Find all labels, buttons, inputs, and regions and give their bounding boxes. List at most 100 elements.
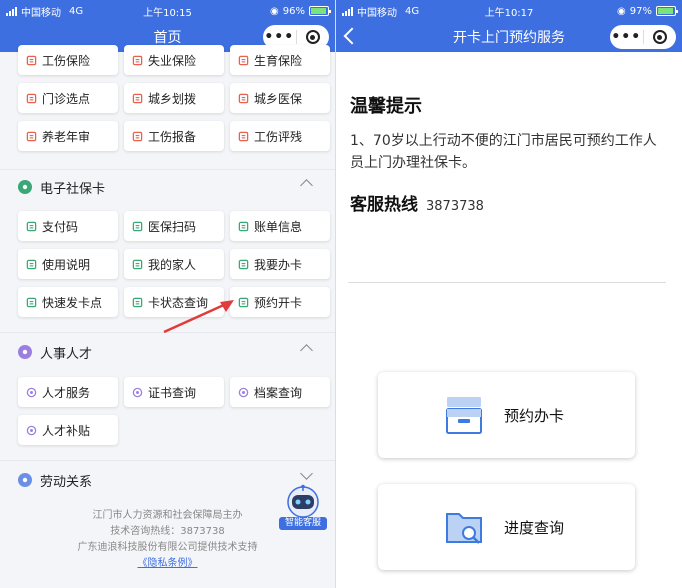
service-icon bbox=[132, 387, 143, 397]
injury-icon bbox=[26, 55, 37, 65]
talent-item[interactable]: 人才补贴 bbox=[18, 415, 118, 445]
file-box-icon bbox=[446, 397, 482, 434]
social-card-item[interactable]: 使用说明 bbox=[18, 249, 118, 279]
service-icon bbox=[238, 297, 249, 307]
report-icon bbox=[132, 131, 143, 141]
item-label: 养老年审 bbox=[42, 129, 91, 144]
social-card-row: 支付码 医保扫码 账单信息 bbox=[18, 211, 330, 241]
chevron-up-icon[interactable] bbox=[300, 179, 313, 192]
item-label: 证书查询 bbox=[148, 385, 197, 400]
service-icon bbox=[132, 297, 143, 307]
insurance-item[interactable]: 工伤报备 bbox=[124, 121, 224, 151]
insurance-item[interactable]: 工伤评残 bbox=[230, 121, 330, 151]
service-icon bbox=[238, 259, 249, 269]
section-social-card[interactable]: 电子社保卡 bbox=[0, 169, 335, 205]
service-icon bbox=[26, 259, 37, 269]
section-divider bbox=[0, 460, 335, 461]
service-icon bbox=[132, 259, 143, 269]
signal-icon bbox=[6, 6, 17, 16]
insurance-item[interactable]: 城乡医保 bbox=[230, 83, 330, 113]
social-card-item[interactable]: 支付码 bbox=[18, 211, 118, 241]
chevron-down-icon[interactable] bbox=[300, 467, 313, 480]
insurance-item[interactable]: 养老年审 bbox=[18, 121, 118, 151]
insurance-item[interactable]: 城乡划拨 bbox=[124, 83, 224, 113]
nav-bar: 开卡上门预约服务 ••• bbox=[336, 22, 682, 52]
social-card-item[interactable]: 账单信息 bbox=[230, 211, 330, 241]
disability-icon bbox=[238, 131, 249, 141]
talent-row: 人才补贴 bbox=[18, 415, 118, 445]
item-label: 我的家人 bbox=[148, 257, 197, 272]
hotline: 客服热线 3873738 bbox=[350, 190, 484, 215]
item-label: 工伤保险 bbox=[42, 53, 91, 68]
hotline-label: 客服热线 bbox=[350, 195, 418, 215]
talent-item[interactable]: 证书查询 bbox=[124, 377, 224, 407]
signal-icon bbox=[342, 6, 353, 16]
insurance-row: 工伤保险 失业保险 生育保险 bbox=[18, 45, 330, 75]
talent-item[interactable]: 档案查询 bbox=[230, 377, 330, 407]
robot-icon bbox=[287, 484, 319, 518]
social-card-row: 使用说明 我的家人 我要办卡 bbox=[18, 249, 330, 279]
transfer-icon bbox=[132, 93, 143, 103]
insurance-item[interactable]: 门诊选点 bbox=[18, 83, 118, 113]
service-icon bbox=[26, 297, 37, 307]
insurance-item[interactable]: 失业保险 bbox=[124, 45, 224, 75]
social-card-item[interactable]: 我的家人 bbox=[124, 249, 224, 279]
social-card-item[interactable]: 预约开卡 bbox=[230, 287, 330, 317]
progress-query-label: 进度查询 bbox=[504, 518, 565, 537]
more-button[interactable]: ••• bbox=[610, 25, 643, 49]
item-label: 预约开卡 bbox=[254, 295, 303, 310]
item-label: 人才服务 bbox=[42, 385, 91, 400]
close-mini-program-button[interactable] bbox=[644, 30, 677, 44]
insurance-item[interactable]: 工伤保险 bbox=[18, 45, 118, 75]
tips-body: 1、70岁以上行动不便的江门市居民可预约工作人员上门办理社保卡。 bbox=[350, 133, 657, 171]
item-label: 账单信息 bbox=[254, 219, 303, 234]
item-label: 使用说明 bbox=[42, 257, 91, 272]
service-icon bbox=[238, 221, 249, 231]
chevron-up-icon[interactable] bbox=[300, 344, 313, 357]
page-title: 首页 bbox=[153, 30, 182, 46]
back-icon[interactable] bbox=[343, 27, 361, 45]
service-icon bbox=[238, 387, 249, 397]
divider bbox=[348, 282, 666, 283]
target-icon bbox=[652, 30, 667, 44]
social-card-item[interactable]: 我要办卡 bbox=[230, 249, 330, 279]
privacy-link[interactable]: 《隐私条例》 bbox=[0, 556, 335, 572]
home-screen: 中国移动 4G 上午10:15 ◉ 96% 首页 ••• 工伤保险 失业保险 生育保… bbox=[0, 0, 335, 588]
section-icon bbox=[18, 473, 32, 487]
close-mini-program-button[interactable] bbox=[297, 30, 330, 44]
talent-item[interactable]: 人才服务 bbox=[18, 377, 118, 407]
smart-service-button[interactable]: 智能客服 bbox=[279, 484, 327, 530]
mini-program-capsule: ••• bbox=[610, 25, 676, 49]
service-icon bbox=[26, 387, 37, 397]
maternity-icon bbox=[238, 55, 249, 65]
service-icon bbox=[132, 221, 143, 231]
location-icon: ◉ bbox=[617, 5, 626, 17]
section-icon bbox=[18, 345, 32, 359]
item-label: 支付码 bbox=[42, 219, 79, 234]
progress-query-button[interactable]: 进度查询 bbox=[378, 484, 635, 570]
item-label: 城乡划拨 bbox=[148, 91, 197, 106]
clinic-icon bbox=[26, 93, 37, 103]
battery-icon bbox=[309, 6, 331, 16]
insurance-row: 门诊选点 城乡划拨 城乡医保 bbox=[18, 83, 330, 113]
pension-icon bbox=[26, 131, 37, 141]
network-label: 4G bbox=[405, 5, 420, 17]
insurance-item[interactable]: 生育保险 bbox=[230, 45, 330, 75]
footer-support: 广东迪浪科技股份有限公司提供技术支持 bbox=[77, 542, 258, 553]
battery-icon bbox=[656, 6, 678, 16]
item-label: 人才补贴 bbox=[42, 423, 91, 438]
hotline-number[interactable]: 3873738 bbox=[426, 199, 484, 214]
item-label: 医保扫码 bbox=[148, 219, 197, 234]
social-card-item[interactable]: 医保扫码 bbox=[124, 211, 224, 241]
social-card-item[interactable]: 卡状态查询 bbox=[124, 287, 224, 317]
book-card-button[interactable]: 预约办卡 bbox=[378, 372, 635, 458]
talent-row: 人才服务 证书查询 档案查询 bbox=[18, 377, 330, 407]
item-label: 卡状态查询 bbox=[148, 295, 209, 310]
social-card-item[interactable]: 快速发卡点 bbox=[18, 287, 118, 317]
insurance-row: 养老年审 工伤报备 工伤评残 bbox=[18, 121, 330, 151]
item-label: 工伤评残 bbox=[254, 129, 303, 144]
target-icon bbox=[305, 30, 320, 44]
item-label: 失业保险 bbox=[148, 53, 197, 68]
section-talent[interactable]: 人事人才 bbox=[0, 334, 335, 370]
item-label: 档案查询 bbox=[254, 385, 303, 400]
